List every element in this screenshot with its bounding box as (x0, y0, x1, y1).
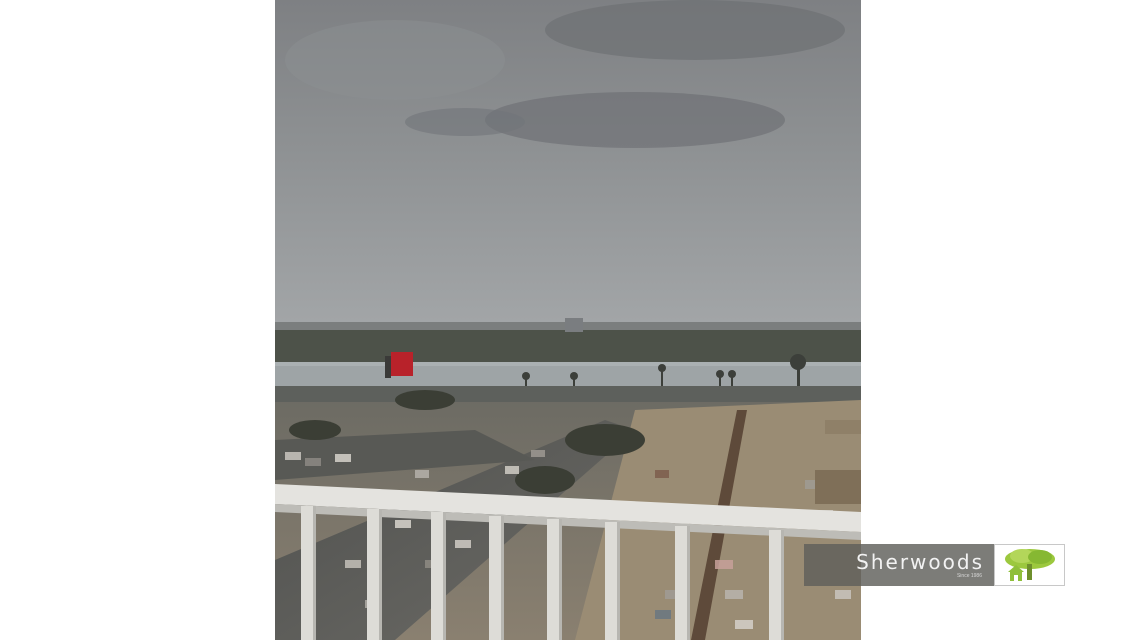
watermark-brand-name: Sherwoods (856, 549, 984, 574)
dark-cloud (485, 92, 785, 148)
lot-building (825, 420, 861, 434)
river-highlight (275, 362, 861, 366)
watermark-banner: Sherwoods Since 1986 (804, 544, 994, 586)
light-cloud (285, 20, 505, 100)
near-river-road (275, 386, 861, 402)
billboard (391, 352, 413, 376)
distant-building (565, 318, 583, 332)
watermark-tagline: Since 1986 (956, 572, 982, 579)
billboard-pole (385, 356, 391, 378)
lot-building (815, 470, 861, 504)
sherwoods-watermark: Sherwoods Since 1986 (804, 544, 1065, 586)
photo-scene (275, 0, 861, 640)
dark-cloud (405, 108, 525, 136)
balcony-city-river-photo (275, 0, 861, 640)
dark-cloud (545, 0, 845, 60)
tree-house-logo-icon (994, 544, 1065, 586)
